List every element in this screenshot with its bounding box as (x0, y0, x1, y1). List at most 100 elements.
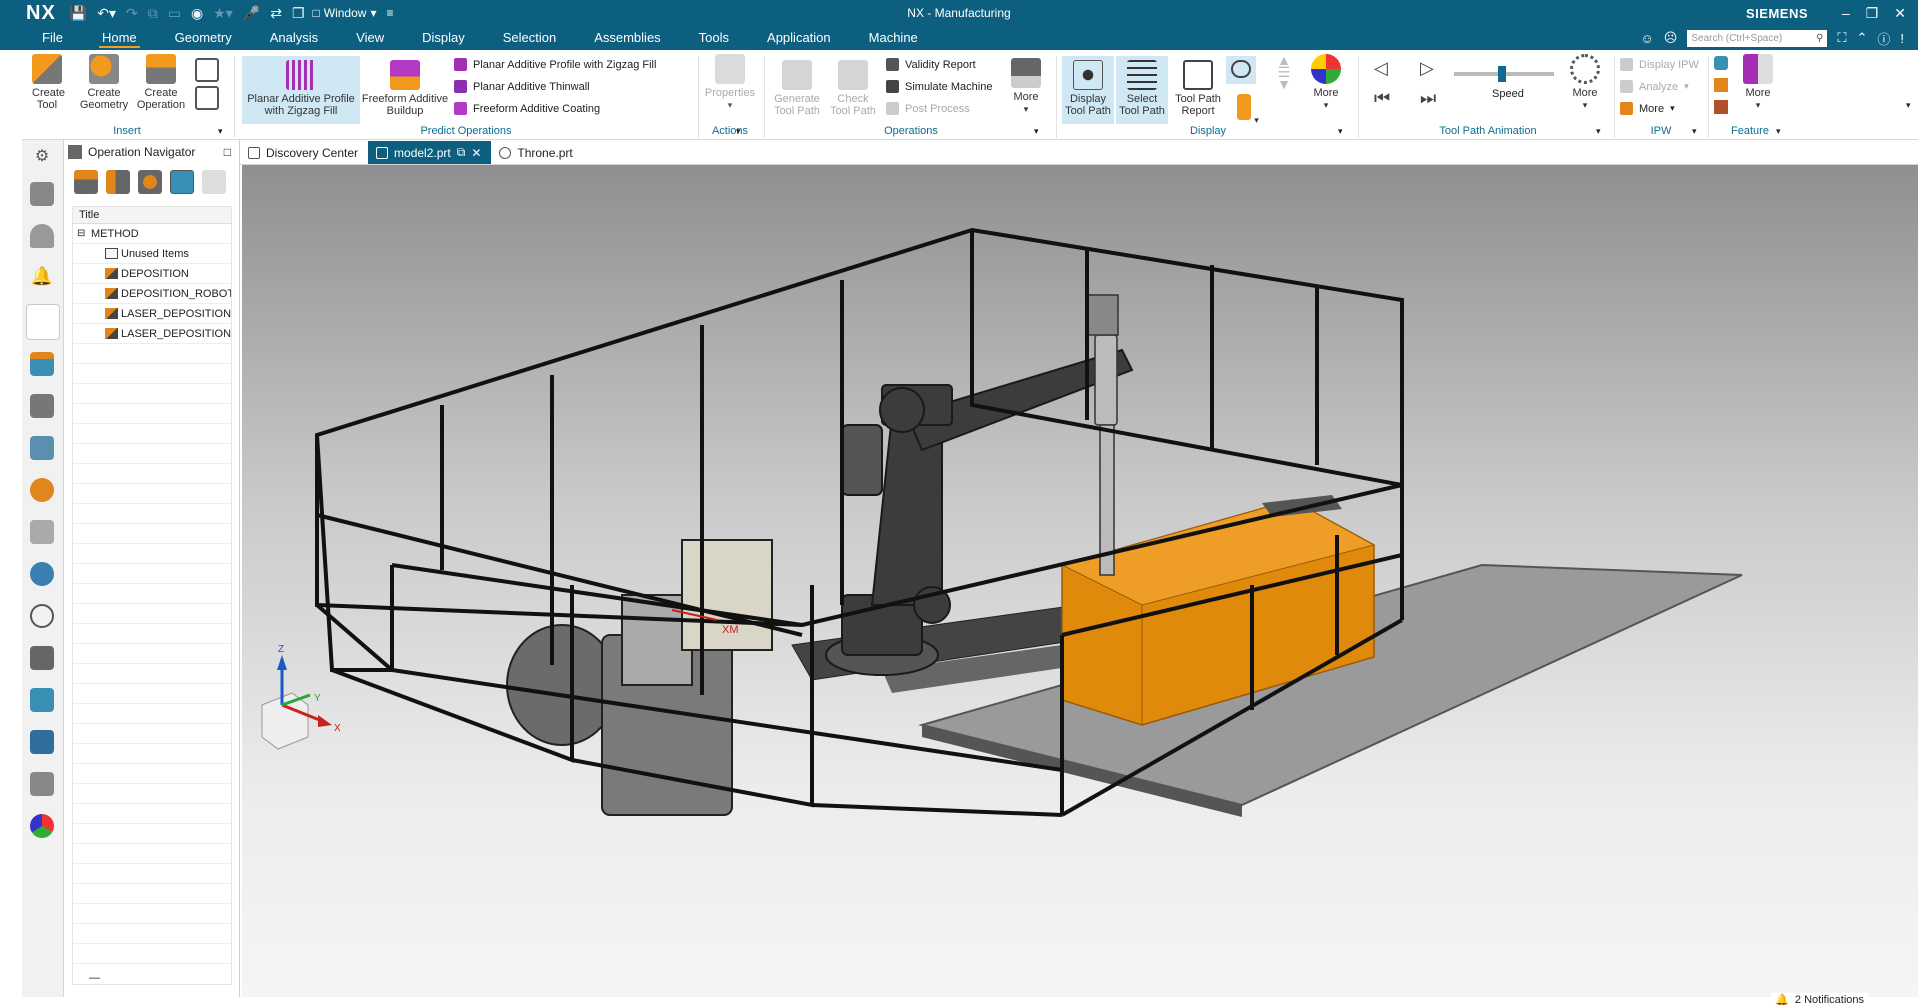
freeform-buildup-button[interactable]: Freeform Additive Buildup (360, 56, 450, 117)
animation-more-button[interactable]: More ▾ (1564, 50, 1606, 111)
tab-view[interactable]: View (337, 26, 403, 50)
group-operations-expand-icon[interactable]: ▾ (1034, 126, 1039, 137)
save-icon[interactable]: 💾 (70, 5, 87, 22)
part-navigator-icon[interactable] (30, 224, 54, 248)
create-operation-button[interactable]: Create Operation (134, 50, 188, 111)
window-menu[interactable]: □ Window ▾ ≡ (313, 6, 394, 20)
feature-tool-icon[interactable] (1714, 56, 1728, 70)
bell-icon[interactable]: 🔔 (30, 266, 54, 290)
arrow-up-button[interactable]: ▲ ☰ ▼ (1274, 53, 1294, 91)
tab-assemblies[interactable]: Assemblies (575, 26, 679, 50)
window-icon[interactable]: ❐ (292, 5, 305, 22)
restore-icon[interactable]: ❐ (1866, 5, 1879, 22)
step-back-icon[interactable]: ◁ (1374, 58, 1388, 79)
display-more-button[interactable]: More ▾ (1306, 50, 1346, 111)
tab-home[interactable]: Home (83, 26, 156, 50)
rewind-icon[interactable]: ⏮ (1374, 88, 1390, 109)
group-ipw-expand-icon[interactable]: ▾ (1692, 126, 1697, 137)
paste-icon[interactable]: ▭ (168, 5, 181, 22)
robot-icon[interactable] (30, 730, 54, 754)
command-search-input[interactable]: Search (Ctrl+Space) ⚲ (1687, 29, 1828, 47)
customize-icon[interactable]: ≡ (386, 6, 393, 20)
tree-row-operation[interactable]: DEPOSITION_ROBOT (73, 284, 231, 304)
copy-icon[interactable]: ⧉ (148, 5, 158, 22)
assembly-navigator-icon[interactable] (30, 182, 54, 206)
tool-path-report-button[interactable]: Tool Path Report (1172, 56, 1224, 117)
machine-tool-navigator-icon[interactable] (30, 352, 54, 376)
operation-navigator-icon[interactable] (26, 304, 60, 340)
tab-application[interactable]: Application (748, 26, 850, 50)
tab-discovery-center[interactable]: Discovery Center (240, 141, 368, 164)
display-options-button[interactable] (1226, 56, 1256, 84)
tab-display[interactable]: Display (403, 26, 484, 50)
web-browser-icon[interactable] (30, 562, 54, 586)
fullscreen-icon[interactable]: ⛶ (1837, 30, 1846, 46)
notifications-button[interactable]: 🔔 2 Notifications (1771, 993, 1868, 1006)
display-tool-path-button[interactable]: Display Tool Path (1062, 56, 1114, 124)
close-tab-icon[interactable]: ✕ (471, 146, 481, 160)
collapse-icon[interactable]: ⊟ (77, 224, 85, 243)
operations-more-button[interactable]: More ▾ (1008, 54, 1044, 115)
switch-window-icon[interactable]: ⇄ (270, 5, 282, 22)
feature-block-icon[interactable] (1714, 78, 1728, 92)
ipw-more-button[interactable]: More ▾ (1620, 102, 1675, 115)
tree-row-operation[interactable]: LASER_DEPOSITION (73, 324, 231, 344)
star-icon[interactable]: ★▾ (213, 5, 233, 22)
create-tool-button[interactable]: Create Tool (28, 50, 66, 111)
group-insert-expand-icon[interactable]: ▾ (218, 126, 223, 137)
simulate-machine-button[interactable]: Simulate Machine (886, 80, 992, 93)
microphone-icon[interactable]: 🎤 (243, 5, 260, 22)
reuse-library-icon[interactable] (30, 436, 54, 460)
collapse-ribbon-icon[interactable]: ⌃ (1856, 30, 1867, 46)
program-order-view-icon[interactable] (74, 170, 98, 194)
tab-machine[interactable]: Machine (850, 26, 937, 50)
tree-row-operation[interactable]: LASER_DEPOSITION (73, 304, 231, 324)
tool-library-icon[interactable] (30, 394, 54, 418)
smile-icon[interactable]: ☺ (1641, 31, 1654, 46)
check-tool-path-button[interactable]: Check Tool Path (826, 56, 880, 117)
touch-mode-icon[interactable]: ◉ (191, 5, 203, 22)
popout-icon[interactable]: ⧉ (457, 145, 466, 160)
select-tool-path-button[interactable]: Select Tool Path (1116, 56, 1168, 124)
document-icon[interactable] (30, 772, 54, 796)
tab-selection[interactable]: Selection (484, 26, 575, 50)
analyze-ipw-button[interactable]: Analyze ▾ (1620, 80, 1689, 93)
ribbon-options-icon[interactable]: ▾ (1906, 100, 1911, 111)
insert-extra-button[interactable] (194, 54, 220, 113)
list-freeform-coating[interactable]: Freeform Additive Coating (454, 102, 600, 115)
tool-display-button[interactable]: ▾ (1228, 90, 1268, 126)
properties-button[interactable]: Properties ▾ (702, 50, 758, 111)
tools-icon[interactable] (30, 646, 54, 670)
list-planar-zigzag[interactable]: Planar Additive Profile with Zigzag Fill (454, 58, 656, 71)
frown-icon[interactable]: ☹ (1664, 30, 1678, 46)
group-display-expand-icon[interactable]: ▾ (1338, 126, 1343, 137)
tab-throne[interactable]: Throne.prt (491, 141, 582, 164)
create-geometry-button[interactable]: Create Geometry (78, 50, 130, 111)
geometry-view-icon[interactable] (138, 170, 162, 194)
tree-row-unused-items[interactable]: Unused Items (73, 244, 231, 264)
more-views-icon[interactable] (202, 170, 226, 194)
feature-more-button[interactable]: More ▾ (1738, 50, 1778, 111)
tab-model2[interactable]: model2.prt ⧉ ✕ (368, 141, 492, 164)
machine-tool-view-icon[interactable] (106, 170, 130, 194)
tab-geometry[interactable]: Geometry (156, 26, 251, 50)
speed-slider[interactable] (1454, 66, 1554, 82)
graphics-viewport[interactable]: XM Z X Y (242, 165, 1918, 997)
post-process-button[interactable]: Post Process (886, 102, 970, 115)
tree-row-method[interactable]: ⊟ METHOD (73, 224, 231, 244)
display-ipw-button[interactable]: Display IPW (1620, 58, 1699, 71)
settings-gear-icon[interactable]: ⚙ (30, 146, 54, 170)
tab-analysis[interactable]: Analysis (251, 26, 337, 50)
planar-additive-zigzag-button[interactable]: Planar Additive Profile with Zigzag Fill (242, 56, 360, 124)
feature-stack-icon[interactable] (1714, 100, 1728, 114)
group-feature-expand-icon[interactable]: ▾ (1776, 126, 1781, 137)
tree-row-operation[interactable]: DEPOSITION (73, 264, 231, 284)
history-clock-icon[interactable] (30, 604, 54, 628)
maximize-panel-icon[interactable]: □ (224, 145, 231, 159)
close-icon[interactable]: ✕ (1894, 5, 1906, 22)
generate-tool-path-button[interactable]: Generate Tool Path (770, 56, 824, 117)
fast-forward-icon[interactable]: ⏭ (1420, 88, 1436, 109)
redo-icon[interactable]: ↷ (126, 5, 138, 22)
undo-icon[interactable]: ↶▾ (97, 5, 116, 22)
tab-tools[interactable]: Tools (680, 26, 748, 50)
